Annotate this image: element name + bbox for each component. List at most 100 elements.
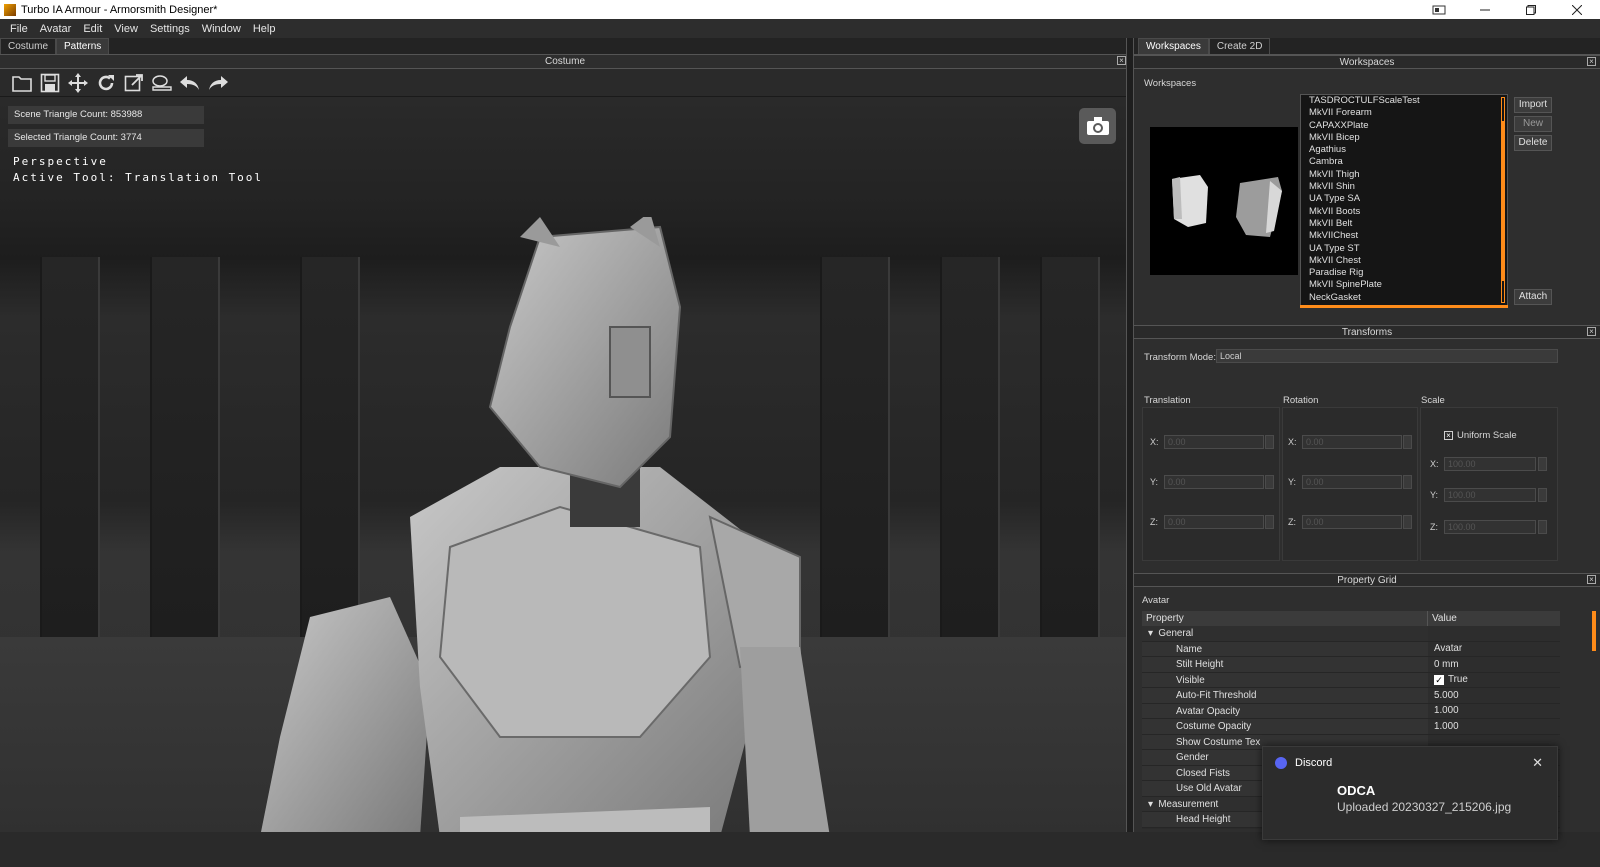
list-item[interactable]: MkVII Belt (1301, 218, 1507, 230)
new-button[interactable]: New (1514, 116, 1552, 132)
list-item[interactable]: Agathius (1301, 144, 1507, 156)
list-item[interactable]: MkVII Thigh (1301, 169, 1507, 181)
translation-z-field[interactable]: 0.00 (1164, 515, 1264, 529)
list-item[interactable]: MkVII Forearm (1301, 107, 1507, 119)
menu-window[interactable]: Window (196, 23, 247, 35)
table-row[interactable]: Avatar Opacity 1.000 (1142, 703, 1560, 719)
menu-edit[interactable]: Edit (77, 23, 108, 35)
checkmark-icon[interactable]: ✓ (1434, 674, 1444, 685)
list-item[interactable]: TASDROCTULFScaleTest (1301, 95, 1507, 107)
property-column-header[interactable]: Property (1142, 611, 1428, 626)
list-item[interactable]: MkVIIChest (1301, 230, 1507, 242)
table-row[interactable]: Costume Opacity 1.000 (1142, 719, 1560, 735)
delete-button[interactable]: Delete (1514, 135, 1552, 151)
stamp-icon[interactable] (150, 71, 173, 94)
menu-view[interactable]: View (108, 23, 144, 35)
list-item[interactable]: UA Type ST (1301, 243, 1507, 255)
list-item[interactable]: Cambra (1301, 156, 1507, 168)
notification-close-icon[interactable]: ✕ (1532, 755, 1543, 771)
open-folder-icon[interactable] (10, 71, 33, 94)
list-item[interactable]: MkVII Chest (1301, 255, 1507, 267)
move-icon[interactable] (66, 71, 89, 94)
discord-notification[interactable]: Discord ✕ ODCA Uploaded 20230327_215206.… (1262, 746, 1558, 840)
list-item[interactable]: CAPAXXPlate (1301, 120, 1507, 132)
tab-workspaces[interactable]: Workspaces (1138, 38, 1209, 54)
menu-file[interactable]: File (4, 23, 34, 35)
list-item[interactable]: NeckGasket (1301, 292, 1507, 304)
rotation-z-field[interactable]: 0.00 (1302, 515, 1402, 529)
transform-mode-select[interactable]: Local (1216, 349, 1558, 363)
scale-z-spin[interactable] (1538, 520, 1547, 534)
value-column-header[interactable]: Value (1428, 611, 1457, 626)
left-tab-bar: Costume Patterns (0, 38, 1130, 55)
panel-splitter[interactable] (1126, 38, 1134, 832)
screenshot-button[interactable] (1079, 108, 1116, 144)
undo-icon[interactable] (178, 71, 201, 94)
title-bar: Turbo IA Armour - Armorsmith Designer* (0, 0, 1600, 19)
save-icon[interactable] (38, 71, 61, 94)
tab-create-2d[interactable]: Create 2D (1208, 38, 1271, 54)
table-row[interactable]: Auto-Fit Threshold 5.000 (1142, 688, 1560, 704)
minimize-icon[interactable] (1462, 0, 1508, 19)
translation-x-field[interactable]: 0.00 (1164, 435, 1264, 449)
rotation-label: Rotation (1283, 395, 1319, 406)
camera-icon (1086, 117, 1109, 135)
restore-down-icon[interactable] (1416, 0, 1462, 19)
list-item[interactable]: MkVII Boots (1301, 206, 1507, 218)
property-grid-close-icon[interactable]: × (1587, 575, 1596, 584)
collapse-arrow-icon[interactable]: ▾ (1148, 628, 1153, 639)
scale-z-field[interactable]: 100.00 (1444, 520, 1536, 534)
workspaces-close-icon[interactable]: × (1587, 57, 1596, 66)
collapse-arrow-icon[interactable]: ▾ (1148, 799, 1153, 810)
workspace-scroll-thumb[interactable] (1502, 121, 1504, 281)
scale-icon[interactable] (122, 71, 145, 94)
translation-y-field[interactable]: 0.00 (1164, 475, 1264, 489)
uniform-scale-checkbox[interactable]: × (1444, 431, 1453, 440)
property-value[interactable]: 1.000 (1434, 703, 1459, 718)
tab-patterns[interactable]: Patterns (56, 38, 110, 54)
table-row[interactable]: Stilt Height 0 mm (1142, 657, 1560, 673)
rotation-y-field[interactable]: 0.00 (1302, 475, 1402, 489)
maximize-icon[interactable] (1508, 0, 1554, 19)
translation-x-spin[interactable] (1265, 435, 1274, 449)
scale-x-spin[interactable] (1538, 457, 1547, 471)
import-button[interactable]: Import (1514, 97, 1552, 113)
property-value[interactable]: 1.000 (1434, 719, 1459, 734)
property-value[interactable]: 0 mm (1434, 657, 1459, 672)
menu-settings[interactable]: Settings (144, 23, 196, 35)
property-value[interactable]: Avatar (1434, 641, 1462, 656)
rotation-z-spin[interactable] (1403, 515, 1412, 529)
translation-z-spin[interactable] (1265, 515, 1274, 529)
attach-button[interactable]: Attach (1514, 289, 1552, 305)
rotation-x-field[interactable]: 0.00 (1302, 435, 1402, 449)
3d-viewport[interactable]: Scene Triangle Count: 853988 Selected Tr… (0, 97, 1126, 832)
costume-panel-close-icon[interactable]: × (1117, 56, 1126, 65)
menu-avatar[interactable]: Avatar (34, 23, 78, 35)
table-row[interactable]: Visible ✓ True (1142, 672, 1560, 688)
rotate-icon[interactable] (94, 71, 117, 94)
rotation-y-spin[interactable] (1403, 475, 1412, 489)
translation-y-spin[interactable] (1265, 475, 1274, 489)
tab-costume[interactable]: Costume (0, 38, 57, 54)
list-item[interactable]: MkVII SpinePlate (1301, 279, 1507, 291)
scale-y-spin[interactable] (1538, 488, 1547, 502)
redo-icon[interactable] (206, 71, 229, 94)
property-value[interactable]: 5.000 (1434, 688, 1459, 703)
scale-y-field[interactable]: 100.00 (1444, 488, 1536, 502)
close-icon[interactable] (1554, 0, 1600, 19)
property-grid-scroll-thumb[interactable] (1592, 611, 1596, 651)
list-item[interactable]: Paradise Rig (1301, 267, 1507, 279)
category-general[interactable]: ▾ General (1142, 626, 1560, 642)
list-item[interactable]: MkVII Shin (1301, 181, 1507, 193)
table-row[interactable]: Name Avatar (1142, 641, 1560, 657)
menu-help[interactable]: Help (247, 23, 282, 35)
list-item[interactable]: UA Type SA (1301, 193, 1507, 205)
transforms-header: Transforms × (1134, 325, 1600, 339)
rotation-x-spin[interactable] (1403, 435, 1412, 449)
list-item[interactable]: MkVII Bicep (1301, 132, 1507, 144)
transforms-header-title: Transforms (1341, 327, 1393, 338)
transforms-close-icon[interactable]: × (1587, 327, 1596, 336)
scale-x-field[interactable]: 100.00 (1444, 457, 1536, 471)
notification-body: Uploaded 20230327_215206.jpg (1337, 800, 1512, 814)
workspace-list[interactable]: TASDROCTULFScaleTest MkVII Forearm CAPAXXP… (1300, 94, 1508, 306)
